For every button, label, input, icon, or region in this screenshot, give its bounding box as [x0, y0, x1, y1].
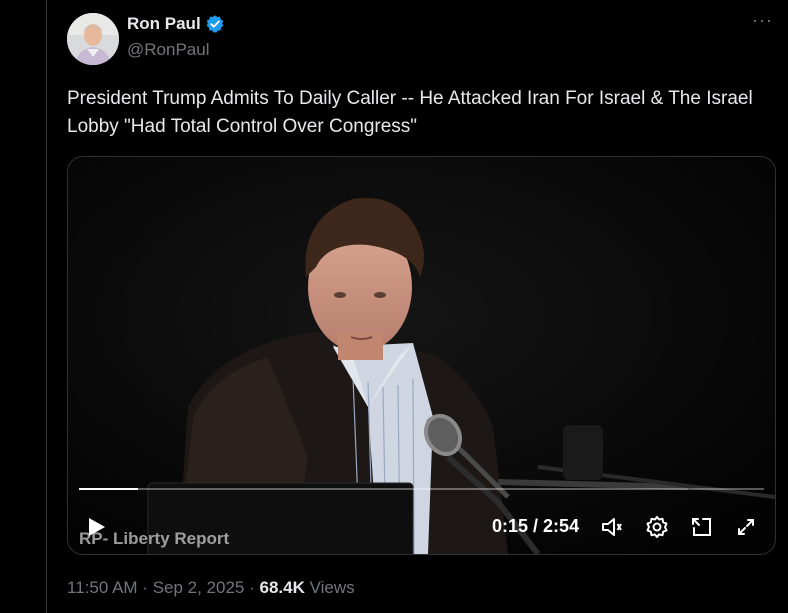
views-count: 68.4K	[259, 578, 305, 597]
verified-badge-icon[interactable]	[205, 14, 225, 34]
dock-icon[interactable]	[688, 513, 716, 541]
meta-separator: ·	[137, 578, 153, 597]
author-name[interactable]: Ron Paul	[127, 14, 201, 34]
settings-icon[interactable]	[643, 513, 671, 541]
avatar[interactable]	[67, 13, 119, 65]
timeline-divider	[46, 0, 47, 613]
duration: 2:54	[543, 516, 580, 536]
views-label: Views	[304, 578, 355, 597]
tweet-text: President Trump Admits To Daily Caller -…	[67, 88, 753, 137]
current-time: 0:15	[492, 516, 529, 536]
video-progress-fill	[79, 488, 138, 490]
channel-watermark: RP- Liberty Report	[79, 529, 230, 548]
tweet-time[interactable]: 11:50 AM	[67, 578, 138, 597]
tweet-meta: 11:50 AM · Sep 2, 2025 · 68.4K Views	[67, 578, 355, 598]
meta-separator: ·	[244, 578, 260, 597]
more-options-icon[interactable]: ···	[752, 10, 773, 31]
video-player[interactable]: RP- Liberty Report 0:15 / 2:54	[67, 156, 776, 555]
author-handle[interactable]: @RonPaul	[127, 40, 209, 60]
time-separator: /	[528, 516, 544, 536]
video-progress-bar[interactable]	[79, 488, 764, 490]
volume-icon[interactable]	[599, 513, 627, 541]
video-time: 0:15 / 2:54	[492, 516, 579, 537]
fullscreen-icon[interactable]	[732, 513, 760, 541]
tweet-date[interactable]: Sep 2, 2025	[153, 578, 245, 597]
video-frame[interactable]	[68, 157, 775, 554]
